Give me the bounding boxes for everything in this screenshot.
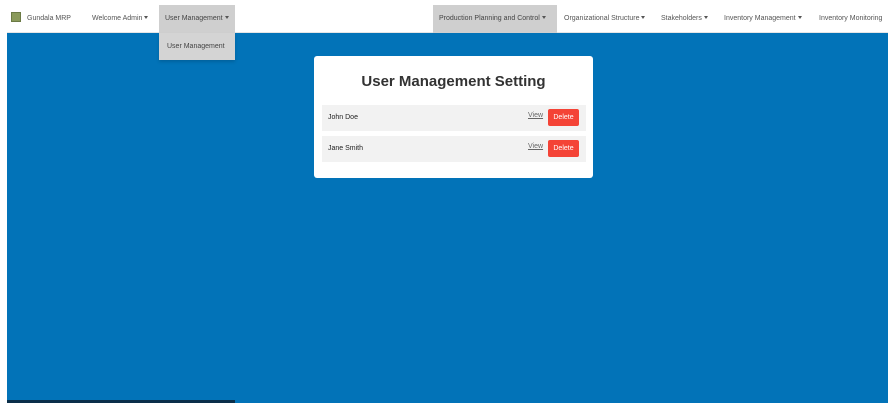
nav-inventory-management[interactable]: Inventory Management: [718, 5, 808, 33]
nav-user-management-label: User Management: [165, 15, 223, 22]
app-frame: Gundala MRP Welcome Admin User Managemen…: [7, 5, 888, 403]
nav-stakeholders-label: Stakeholders: [661, 15, 702, 22]
delete-button[interactable]: Delete: [548, 140, 579, 157]
nav-organizational-structure[interactable]: Organizational Structure: [558, 5, 651, 33]
navbar: Gundala MRP Welcome Admin User Managemen…: [7, 5, 888, 33]
nav-inventory-monitoring[interactable]: Inventory Monitoring: [813, 5, 888, 33]
nav-organizational-structure-label: Organizational Structure: [564, 15, 640, 22]
caret-down-icon: [797, 16, 802, 20]
logo-icon: [11, 12, 21, 23]
user-management-dropdown: User Management: [159, 33, 235, 60]
caret-down-icon: [224, 16, 229, 20]
brand[interactable]: Gundala MRP: [11, 5, 71, 33]
user-management-card: User Management Setting John Doe View De…: [314, 56, 593, 178]
caret-down-icon: [144, 16, 149, 20]
delete-button[interactable]: Delete: [548, 109, 579, 126]
nav-user-management[interactable]: User Management: [159, 5, 235, 33]
caret-down-icon: [641, 16, 646, 20]
dropdown-item-user-management[interactable]: User Management: [159, 33, 235, 60]
user-name: John Doe: [328, 114, 358, 121]
nav-inventory-management-label: Inventory Management: [724, 15, 796, 22]
user-row: Jane Smith View Delete: [322, 136, 586, 162]
nav-welcome[interactable]: Welcome Admin: [86, 5, 154, 33]
nav-welcome-label: Welcome Admin: [92, 15, 143, 22]
nav-inventory-monitoring-label: Inventory Monitoring: [819, 15, 883, 22]
view-link[interactable]: View: [528, 143, 543, 150]
nav-production-planning-label: Production Planning and Control: [439, 15, 540, 22]
card-title: User Management Setting: [361, 73, 546, 90]
caret-down-icon: [703, 16, 708, 20]
nav-stakeholders[interactable]: Stakeholders: [655, 5, 714, 33]
nav-production-planning[interactable]: Production Planning and Control: [433, 5, 557, 33]
caret-down-icon: [541, 16, 546, 20]
user-name: Jane Smith: [328, 145, 364, 152]
view-link[interactable]: View: [528, 112, 543, 119]
brand-name: Gundala MRP: [27, 15, 71, 22]
user-row: John Doe View Delete: [322, 105, 586, 131]
